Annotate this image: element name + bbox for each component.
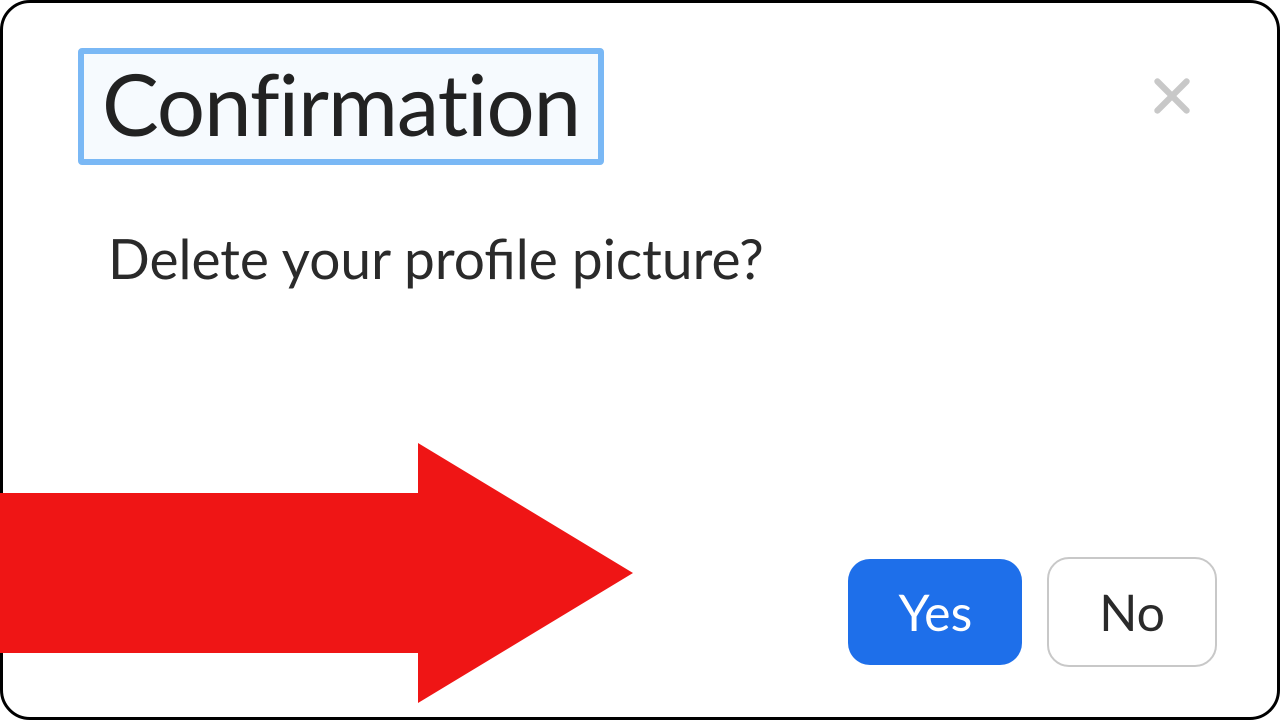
no-button[interactable]: No: [1047, 557, 1217, 667]
dialog-actions: Yes No: [848, 557, 1217, 667]
close-icon[interactable]: [1147, 68, 1197, 128]
dialog-header: Confirmation: [78, 48, 1217, 165]
dialog-title-highlight: Confirmation: [78, 48, 604, 165]
yes-button[interactable]: Yes: [848, 559, 1022, 665]
arrow-annotation: [0, 443, 638, 703]
confirmation-dialog: Confirmation Delete your profile picture…: [0, 0, 1280, 720]
dialog-message: Delete your profile picture?: [108, 225, 1217, 291]
dialog-title: Confirmation: [102, 62, 580, 147]
